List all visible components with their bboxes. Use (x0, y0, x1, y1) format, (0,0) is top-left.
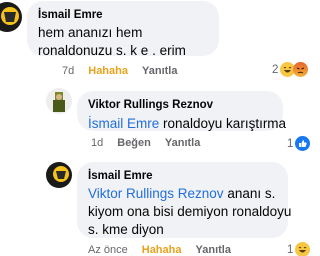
comment-bubble: Viktor Rullings Reznov İsmail Emre ronal… (77, 91, 286, 133)
comment-time[interactable]: 1d (91, 137, 103, 149)
reply-button[interactable]: Yanıtla (196, 244, 231, 256)
mention-link[interactable]: Viktor Rullings Reznov (88, 186, 224, 201)
mention-link[interactable]: İsmail Emre (88, 116, 159, 131)
comment-time[interactable]: 7d (62, 65, 74, 77)
avatar[interactable] (0, 2, 22, 32)
reaction-summary[interactable]: 1 (287, 242, 311, 256)
profile-picture (46, 162, 72, 188)
comment-body-line: kiyom ona bisi demiyon ronaldoyu (88, 204, 292, 219)
reaction-summary[interactable]: 1 (287, 136, 311, 151)
comment-bubble: İsmail Emre hem ananızı hem ronaldonuzu … (27, 1, 219, 58)
reply-button[interactable]: Yanıtla (142, 65, 177, 77)
comment-author[interactable]: İsmail Emre (38, 8, 208, 23)
comment-body-line: s. kme diyon (88, 222, 164, 237)
haha-reaction-button[interactable]: Hahaha (142, 244, 182, 256)
comment-text: İsmail Emre ronaldoyu karıştırma (88, 115, 286, 133)
reaction-count: 2 (272, 63, 279, 76)
comment-time[interactable]: Az önce (88, 244, 128, 256)
haha-reaction-button[interactable]: Hahaha (88, 65, 128, 77)
reaction-count: 1 (287, 243, 294, 256)
profile-picture (46, 88, 72, 114)
angry-emoji-icon (293, 62, 309, 77)
like-button[interactable]: Beğen (117, 137, 151, 149)
comment-meta: 1d Beğen Yanıtla (91, 137, 200, 149)
comment-bubble: İsmail Emre Viktor Rullings Reznov ananı… (77, 162, 292, 238)
comment-author[interactable]: İsmail Emre (88, 169, 277, 184)
comment-text: hem ananızı hem ronaldonuzu s. k e . eri… (38, 25, 186, 58)
comment-meta: 7d Hahaha Yanıtla (62, 65, 177, 77)
comment-meta: Az önce Hahaha Yanıtla (88, 244, 231, 256)
comment-body: ronaldoyu karıştırma (159, 116, 287, 131)
avatar[interactable] (46, 162, 72, 188)
profile-picture (0, 2, 22, 32)
reply-button[interactable]: Yanıtla (165, 137, 200, 149)
comment-body-line: ananı s. (223, 186, 276, 201)
comment-text: Viktor Rullings Reznov ananı s. (88, 185, 277, 203)
avatar[interactable] (46, 88, 72, 114)
reaction-summary[interactable]: 2 (272, 62, 309, 77)
like-emoji-icon (295, 136, 311, 151)
comment-author[interactable]: Viktor Rullings Reznov (88, 98, 272, 113)
reaction-count: 1 (287, 137, 294, 150)
laugh-emoji-icon (295, 242, 311, 256)
